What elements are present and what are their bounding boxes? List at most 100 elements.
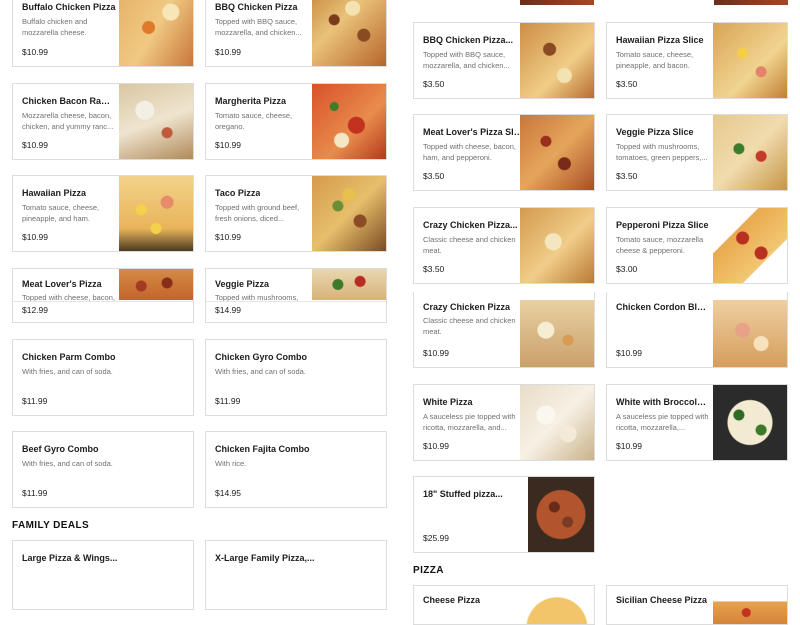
- item-name: Veggie Pizza: [215, 279, 270, 289]
- item-description: Topped with ground beef, fresh onions, d…: [215, 203, 300, 223]
- meat-lovers-slice-photo: [520, 115, 594, 190]
- item-name: Chicken Cordon Blue...: [616, 302, 708, 312]
- menu-item-card[interactable]: White Pizza A sauceless pie topped with …: [413, 384, 595, 461]
- item-name: Margherita Pizza: [215, 96, 287, 106]
- meat-lovers-pizza-photo: [119, 269, 193, 300]
- item-name: X-Large Family Pizza,...: [215, 553, 315, 563]
- chicken-cordon-blue-photo: [713, 300, 787, 367]
- item-description: Topped with BBQ sauce, mozzarella, and c…: [215, 17, 302, 37]
- seam-divider: [206, 301, 386, 302]
- bbq-chicken-slice-photo: [520, 23, 594, 98]
- crazy-chicken-pizza-photo: [520, 300, 594, 367]
- menu-item-card[interactable]: Margherita Pizza Tomato sauce, cheese, o…: [205, 83, 387, 160]
- menu-item-card[interactable]: Hawaiian Pizza Slice Tomato sauce, chees…: [606, 22, 788, 99]
- item-price: $3.50: [423, 79, 445, 89]
- item-name: Hawaiian Pizza Slice: [616, 35, 704, 45]
- menu-item-card[interactable]: Chicken Gyro Combo With fries, and can o…: [205, 339, 387, 416]
- menu-item-card[interactable]: Chicken Cordon Blue... $10.99: [606, 292, 788, 368]
- item-name: Large Pizza & Wings...: [22, 553, 118, 563]
- menu-item-card[interactable]: Crazy Chicken Pizza... Classic cheese an…: [413, 207, 595, 284]
- item-description: Tomato sauce, cheese, oregano.: [215, 111, 293, 131]
- item-price: $10.99: [616, 441, 642, 451]
- menu-item-card[interactable]: Taco Pizza Topped with ground beef, fres…: [205, 175, 387, 252]
- menu-item-card[interactable]: Pepperoni Pizza Slice Tomato sauce, mozz…: [606, 207, 788, 284]
- item-name: BBQ Chicken Pizza: [215, 2, 298, 12]
- bbq-chicken-pizza-photo: [312, 0, 386, 66]
- item-name: Chicken Parm Combo: [22, 352, 116, 362]
- item-name: Beef Gyro Combo: [22, 444, 99, 454]
- item-name: Crazy Chicken Pizza...: [423, 220, 518, 230]
- item-name: Chicken Gyro Combo: [215, 352, 308, 362]
- item-price: $10.99: [22, 232, 48, 242]
- white-pizza-photo: [520, 385, 594, 460]
- item-price: $10.99: [215, 232, 241, 242]
- veggie-pizza-photo: [312, 269, 386, 300]
- item-price: $10.99: [616, 348, 642, 358]
- menu-item-card[interactable]: Hawaiian Pizza Tomato sauce, cheese, pin…: [12, 175, 194, 252]
- item-name: Veggie Pizza Slice: [616, 127, 694, 137]
- item-price: $10.99: [423, 348, 449, 358]
- item-name: White Pizza: [423, 397, 473, 407]
- item-price: $3.00: [616, 264, 638, 274]
- item-price: $11.99: [22, 396, 48, 406]
- item-name: Crazy Chicken Pizza: [423, 302, 511, 312]
- menu-item-card[interactable]: BBQ Chicken Pizza... Topped with BBQ sau…: [413, 22, 595, 99]
- menu-item-card[interactable]: Cheese Pizza: [413, 585, 595, 625]
- menu-item-card[interactable]: BBQ Chicken Pizza Topped with BBQ sauce,…: [205, 0, 387, 67]
- item-price: $10.99: [215, 47, 241, 57]
- item-price: $25.99: [423, 533, 449, 543]
- item-price: $3.50: [616, 171, 638, 181]
- item-description: A sauceless pie topped with ricotta, moz…: [616, 412, 709, 432]
- item-price: $10.99: [423, 441, 449, 451]
- item-price: $14.99: [215, 305, 241, 315]
- cut-off-item-photo: [520, 0, 594, 5]
- hawaiian-pizza-photo: [119, 176, 193, 251]
- item-name: Taco Pizza: [215, 188, 261, 198]
- seam-divider: [13, 301, 193, 302]
- hawaiian-slice-photo: [713, 23, 787, 98]
- menu-item-card[interactable]: Beef Gyro Combo With fries, and can of s…: [12, 431, 194, 508]
- item-description: With fries, and can of soda.: [22, 367, 113, 376]
- item-price: $11.99: [22, 488, 48, 498]
- veggie-slice-photo: [713, 115, 787, 190]
- item-price: $3.50: [423, 264, 445, 274]
- menu-item-card[interactable]: Veggie Pizza Topped with mushrooms, $14.…: [205, 268, 387, 323]
- item-price: $10.99: [215, 140, 241, 150]
- item-name: White with Broccoli &...: [616, 397, 708, 407]
- item-description: Mozzarella cheese, bacon, chicken, and y…: [22, 111, 114, 131]
- item-description: With fries, and can of soda.: [215, 367, 306, 376]
- margherita-pizza-photo: [312, 84, 386, 159]
- item-name: Buffalo Chicken Pizza: [22, 2, 116, 12]
- item-description: Tomato sauce, cheese, pineapple, and ham…: [22, 203, 100, 223]
- item-price: $11.99: [215, 396, 241, 406]
- menu-item-card[interactable]: Buffalo Chicken Pizza Buffalo chicken an…: [12, 0, 194, 67]
- white-broccoli-pizza-photo: [713, 385, 787, 460]
- menu-item-card[interactable]: White with Broccoli &... A sauceless pie…: [606, 384, 788, 461]
- cheese-pizza-photo: [520, 586, 594, 624]
- item-name: Meat Lover's Pizza: [22, 279, 102, 289]
- section-title-pizza: PIZZA: [413, 565, 444, 576]
- menu-item-card[interactable]: Meat Lover's Pizza Topped with cheese, b…: [12, 268, 194, 323]
- menu-item-card[interactable]: 18" Stuffed pizza... $25.99: [413, 476, 595, 553]
- menu-item-card[interactable]: Chicken Parm Combo With fries, and can o…: [12, 339, 194, 416]
- item-name: Meat Lover's Pizza Slice: [423, 127, 523, 137]
- buffalo-chicken-pizza-photo: [119, 0, 193, 66]
- item-name: Chicken Fajita Combo: [215, 444, 310, 454]
- item-name: Sicilian Cheese Pizza: [616, 595, 708, 605]
- menu-item-card[interactable]: Meat Lover's Pizza Slice Topped with che…: [413, 114, 595, 191]
- menu-item-card[interactable]: Chicken Fajita Combo With rice. $14.95: [205, 431, 387, 508]
- menu-item-card[interactable]: Veggie Pizza Slice Topped with mushrooms…: [606, 114, 788, 191]
- chicken-bacon-ranch-photo: [119, 84, 193, 159]
- crazy-chicken-slice-photo: [520, 208, 594, 283]
- item-description: A sauceless pie topped with ricotta, moz…: [423, 412, 516, 432]
- taco-pizza-photo: [312, 176, 386, 251]
- menu-item-card[interactable]: Sicilian Cheese Pizza: [606, 585, 788, 625]
- menu-item-card[interactable]: Crazy Chicken Pizza Classic cheese and c…: [413, 292, 595, 368]
- item-name: BBQ Chicken Pizza...: [423, 35, 514, 45]
- menu-item-card[interactable]: Chicken Bacon Ranch... Mozzarella cheese…: [12, 83, 194, 160]
- pepperoni-slice-photo: [713, 208, 787, 283]
- item-description: Tomato sauce, mozzarella cheese & pepper…: [616, 235, 704, 255]
- section-title-family-deals: FAMILY DEALS: [12, 520, 90, 531]
- item-description: With fries, and can of soda.: [22, 459, 113, 468]
- item-price: $10.99: [22, 140, 48, 150]
